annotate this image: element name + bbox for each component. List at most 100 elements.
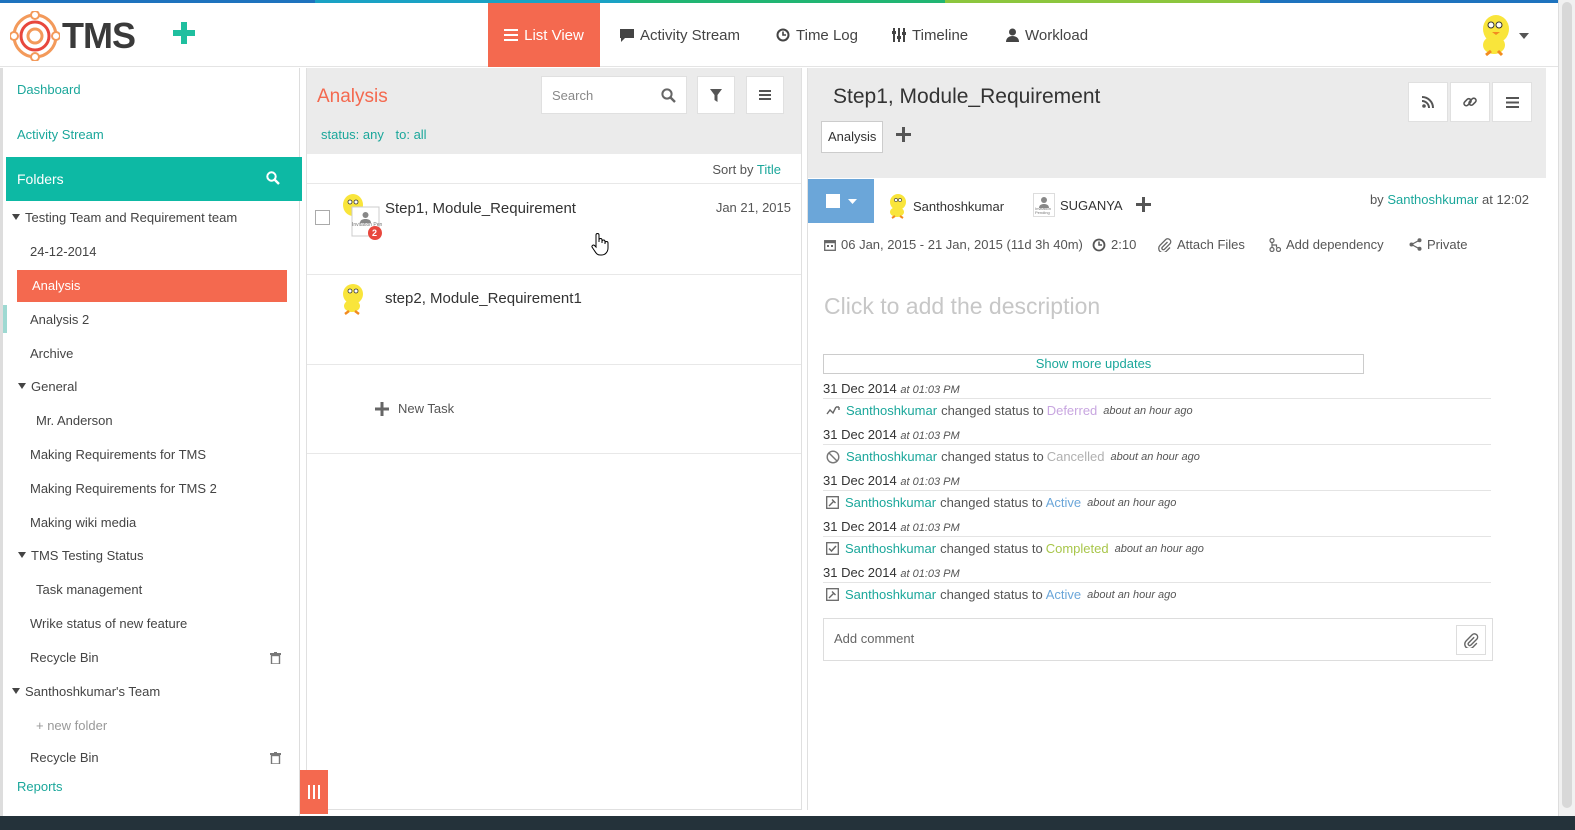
columns-icon xyxy=(308,785,320,799)
folder-mr-anderson[interactable]: Mr. Anderson xyxy=(36,413,113,428)
user-avatar-icon[interactable] xyxy=(1478,13,1514,57)
menu-icon xyxy=(759,90,771,100)
folder-wrike-status[interactable]: Wrike status of new feature xyxy=(30,616,187,631)
folder-tag[interactable]: Analysis xyxy=(821,121,884,153)
folder-santhoshkumar-team[interactable]: Santhoshkumar's Team xyxy=(12,684,160,699)
folder-tms-testing-status[interactable]: TMS Testing Status xyxy=(18,548,143,563)
nav-list-view[interactable]: List View xyxy=(488,3,600,67)
nav-workload[interactable]: Workload xyxy=(1006,3,1088,67)
update-user-link[interactable]: Santhoshkumar xyxy=(846,449,937,464)
search-icon[interactable] xyxy=(661,87,676,103)
task-row[interactable]: step2, Module_Requirement1 xyxy=(307,275,801,365)
sidebar-link-reports[interactable]: Reports xyxy=(17,779,63,794)
update-date-header: 31 Dec 2014 at 01:03 PM xyxy=(823,519,1491,537)
privacy-label: Private xyxy=(1427,237,1468,252)
search-icon[interactable] xyxy=(266,171,280,185)
add-dependency-link[interactable]: Add dependency xyxy=(1269,237,1384,252)
permalink-button[interactable] xyxy=(1450,82,1490,122)
update-ago: about an hour ago xyxy=(1114,542,1204,555)
list-menu-button[interactable] xyxy=(746,76,784,114)
filter-status[interactable]: status: any xyxy=(321,127,384,142)
task-due-date: Jan 21, 2015 xyxy=(715,200,791,215)
avatar-caption: Invitation Pending xyxy=(1035,206,1052,215)
vertical-scrollbar[interactable] xyxy=(1558,0,1575,816)
task-list-panel: Analysis Search status: any to: all Sort… xyxy=(306,68,802,810)
task-title[interactable]: step2, Module_Requirement1 xyxy=(385,290,582,307)
nav-timeline[interactable]: Timeline xyxy=(892,3,968,67)
filter-to[interactable]: to: all xyxy=(396,127,427,142)
task-badge-count: 2 xyxy=(372,228,378,238)
folder-analysis[interactable]: Analysis xyxy=(17,270,287,302)
author-link[interactable]: Santhoshkumar xyxy=(1387,192,1478,207)
task-row[interactable]: Invitation Pen 2 Step1, Module_Requireme… xyxy=(307,185,801,275)
sliders-icon xyxy=(892,28,906,42)
window-bottom-bar xyxy=(0,816,1575,830)
add-comment-input[interactable]: Add comment xyxy=(823,618,1493,661)
folder-archive[interactable]: Archive xyxy=(30,346,73,361)
add-plus-icon[interactable] xyxy=(172,21,196,45)
nav-list-view-label: List View xyxy=(524,26,584,44)
attach-comment-button[interactable] xyxy=(1456,625,1486,655)
attach-files-label: Attach Files xyxy=(1177,237,1245,252)
folder-24-12-2014[interactable]: 24-12-2014 xyxy=(30,244,97,259)
expand-triangle-icon[interactable] xyxy=(12,214,20,220)
folder-recycle-bin-2[interactable]: Recycle Bin xyxy=(30,750,99,765)
task-detail-title[interactable]: Step1, Module_Requirement xyxy=(833,85,1100,109)
add-dependency-label: Add dependency xyxy=(1286,237,1384,252)
expand-triangle-icon[interactable] xyxy=(18,552,26,558)
folder-making-requirements-2[interactable]: Making Requirements for TMS 2 xyxy=(30,481,217,496)
new-folder-link[interactable]: + new folder xyxy=(36,718,107,733)
add-folder-plus-icon[interactable] xyxy=(896,127,911,142)
folder-recycle-bin[interactable]: Recycle Bin xyxy=(30,650,99,665)
privacy-link[interactable]: Private xyxy=(1409,237,1467,252)
update-user-link[interactable]: Santhoshkumar xyxy=(846,403,937,418)
sidebar-link-dashboard[interactable]: Dashboard xyxy=(17,82,81,97)
folder-task-management[interactable]: Task management xyxy=(36,582,142,597)
description-placeholder[interactable]: Click to add the description xyxy=(824,293,1100,320)
paperclip-icon xyxy=(1158,237,1172,252)
hand-cursor-icon xyxy=(591,233,609,256)
new-task-button[interactable]: New Task xyxy=(375,401,454,416)
task-menu-button[interactable] xyxy=(1492,82,1532,122)
nav-activity-stream[interactable]: Activity Stream xyxy=(620,3,740,67)
show-more-updates-button[interactable]: Show more updates xyxy=(823,354,1364,374)
chevron-down-icon[interactable] xyxy=(1519,33,1529,39)
update-ago: about an hour ago xyxy=(1087,588,1177,601)
search-input[interactable]: Search xyxy=(541,76,687,114)
folder-testing-team[interactable]: Testing Team and Requirement team xyxy=(12,210,237,225)
folder-label: General xyxy=(31,379,78,394)
dependency-icon xyxy=(1269,237,1281,252)
assignee-suganya[interactable]: Invitation Pending SUGANYA xyxy=(1033,193,1123,217)
attach-files-link[interactable]: Attach Files xyxy=(1158,237,1245,252)
collapse-panel-button[interactable] xyxy=(300,770,328,814)
update-ago: about an hour ago xyxy=(1087,496,1177,509)
update-ago: about an hour ago xyxy=(1103,404,1193,417)
time-spent[interactable]: 2:10 xyxy=(1092,237,1136,252)
sidebar-link-activity-stream[interactable]: Activity Stream xyxy=(17,127,104,142)
update-date: 31 Dec 2014 xyxy=(823,381,897,396)
trash-icon[interactable] xyxy=(270,752,281,764)
update-user-link[interactable]: Santhoshkumar xyxy=(845,541,936,556)
rss-button[interactable] xyxy=(1408,82,1448,122)
filter-button[interactable] xyxy=(697,76,735,114)
folder-general[interactable]: General xyxy=(18,379,77,394)
task-dates[interactable]: 06 Jan, 2015 - 21 Jan, 2015 (11d 3h 40m) xyxy=(824,237,1083,252)
app-logo[interactable]: TMS xyxy=(10,11,136,61)
trash-icon[interactable] xyxy=(270,652,281,664)
assignee-santhoshkumar[interactable]: Santhoshkumar xyxy=(888,193,1004,219)
expand-triangle-icon[interactable] xyxy=(18,383,26,389)
nav-time-log[interactable]: Time Log xyxy=(776,3,858,67)
status-dropdown-button[interactable] xyxy=(808,179,874,223)
task-title[interactable]: Step1, Module_Requirement xyxy=(385,200,576,217)
task-checkbox[interactable] xyxy=(315,210,330,225)
folder-making-requirements[interactable]: Making Requirements for TMS xyxy=(30,447,206,462)
sort-field-link[interactable]: Title xyxy=(757,162,781,177)
scrollbar-thumb[interactable] xyxy=(1562,2,1572,808)
update-user-link[interactable]: Santhoshkumar xyxy=(845,495,936,510)
status-checkbox[interactable] xyxy=(825,194,840,208)
expand-triangle-icon[interactable] xyxy=(12,688,20,694)
folder-analysis-2[interactable]: Analysis 2 xyxy=(30,312,89,327)
add-assignee-icon[interactable] xyxy=(1136,197,1151,212)
update-user-link[interactable]: Santhoshkumar xyxy=(845,587,936,602)
folder-making-wiki-media[interactable]: Making wiki media xyxy=(30,515,136,530)
